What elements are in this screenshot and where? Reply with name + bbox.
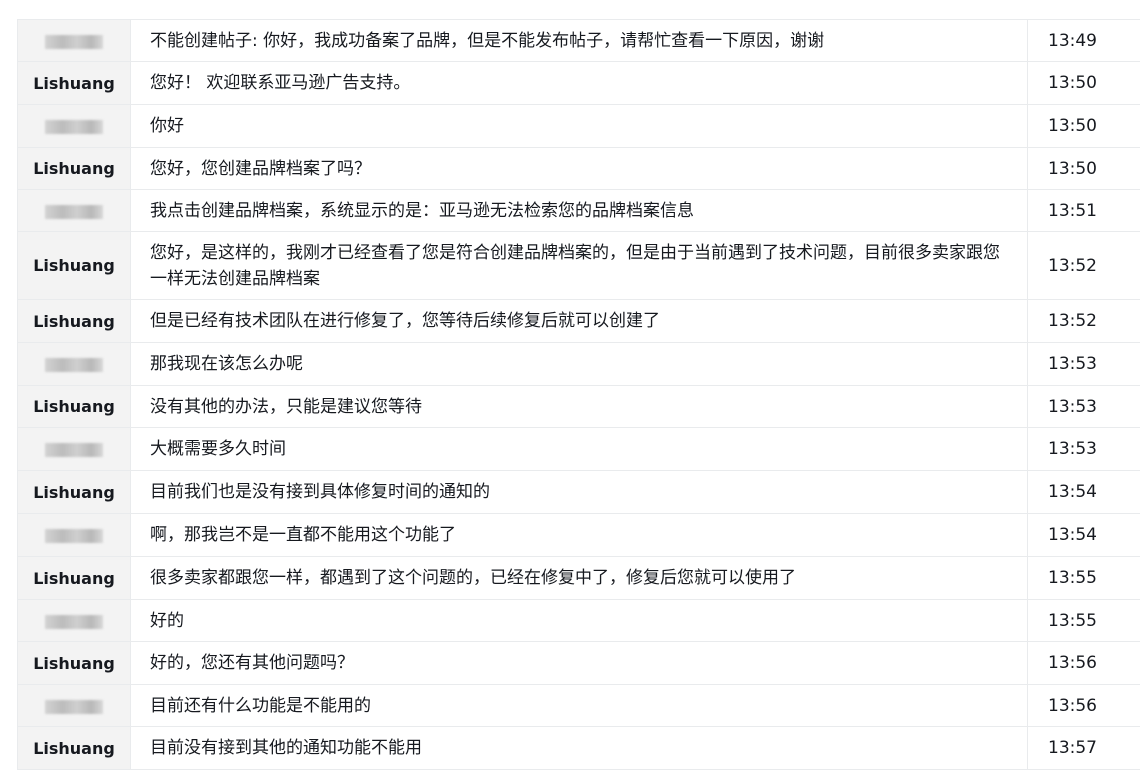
sender-cell: Lishuang — [17, 641, 131, 685]
sender-cell: Lishuang — [17, 299, 131, 343]
message-time: 13:56 — [1027, 641, 1140, 685]
table-row: Lishuang 您好！ 欢迎联系亚马逊广告支持。 13:50 — [17, 61, 1140, 105]
message-text: 啊，那我岂不是一直都不能用这个功能了 — [130, 513, 1028, 557]
sender-cell: Lishuang — [17, 726, 131, 770]
table-row: Lishuang 没有其他的办法，只能是建议您等待 13:53 — [17, 385, 1140, 428]
sender-cell: Lishuang — [17, 147, 131, 190]
message-text: 大概需要多久时间 — [130, 427, 1028, 471]
sender-name: Lishuang — [33, 397, 115, 416]
table-row: 不能创建帖子: 你好，我成功备案了品牌，但是不能发布帖子，请帮忙查看一下原因，谢… — [17, 19, 1140, 62]
message-text: 不能创建帖子: 你好，我成功备案了品牌，但是不能发布帖子，请帮忙查看一下原因，谢… — [130, 19, 1028, 62]
sender-cell — [17, 513, 131, 557]
sender-name: Lishuang — [33, 159, 115, 178]
message-text: 但是已经有技术团队在进行修复了，您等待后续修复后就可以创建了 — [130, 299, 1028, 343]
message-text: 目前我们也是没有接到具体修复时间的通知的 — [130, 470, 1028, 514]
table-row: 那我现在该怎么办呢 13:53 — [17, 342, 1140, 386]
table-row: Lishuang 目前我们也是没有接到具体修复时间的通知的 13:54 — [17, 470, 1140, 514]
table-row: Lishuang 目前没有接到其他的通知功能不能用 13:57 — [17, 726, 1140, 770]
redacted-sender-name — [45, 443, 103, 457]
message-time: 13:57 — [1027, 726, 1140, 770]
message-text: 您好，您创建品牌档案了吗？ — [130, 147, 1028, 190]
redacted-sender-name — [45, 529, 103, 543]
sender-cell — [17, 684, 131, 727]
table-row: Lishuang 您好，您创建品牌档案了吗？ 13:50 — [17, 147, 1140, 190]
sender-name: Lishuang — [33, 482, 115, 502]
message-time: 13:49 — [1027, 19, 1140, 62]
message-time: 13:54 — [1027, 470, 1140, 514]
message-text: 没有其他的办法，只能是建议您等待 — [130, 385, 1028, 428]
message-text: 目前没有接到其他的通知功能不能用 — [130, 726, 1028, 770]
message-time: 13:53 — [1027, 385, 1140, 428]
message-time: 13:50 — [1027, 147, 1140, 190]
table-row: Lishuang 好的，您还有其他问题吗？ 13:56 — [17, 641, 1140, 685]
sender-cell — [17, 104, 131, 148]
message-time: 13:51 — [1027, 189, 1140, 232]
table-row: 目前还有什么功能是不能用的 13:56 — [17, 684, 1140, 727]
chat-transcript-table: 不能创建帖子: 你好，我成功备案了品牌，但是不能发布帖子，请帮忙查看一下原因，谢… — [17, 19, 1140, 770]
table-row: 我点击创建品牌档案，系统显示的是：亚马逊无法检索您的品牌档案信息 13:51 — [17, 189, 1140, 232]
message-time: 13:55 — [1027, 556, 1140, 600]
redacted-sender-name — [45, 614, 103, 629]
message-text: 您好，是这样的，我刚才已经查看了您是符合创建品牌档案的，但是由于当前遇到了技术问… — [130, 231, 1028, 300]
sender-name: Lishuang — [33, 653, 115, 673]
table-row: Lishuang 但是已经有技术团队在进行修复了，您等待后续修复后就可以创建了 13… — [17, 299, 1140, 343]
message-time: 13:56 — [1027, 684, 1140, 727]
table-row: Lishuang 您好，是这样的，我刚才已经查看了您是符合创建品牌档案的，但是由于… — [17, 231, 1140, 300]
message-time: 13:50 — [1027, 104, 1140, 148]
sender-name: Lishuang — [33, 568, 115, 588]
message-text: 我点击创建品牌档案，系统显示的是：亚马逊无法检索您的品牌档案信息 — [130, 189, 1028, 232]
sender-cell: Lishuang — [17, 556, 131, 600]
sender-cell — [17, 599, 131, 642]
sender-cell: Lishuang — [17, 470, 131, 514]
message-text: 您好！ 欢迎联系亚马逊广告支持。 — [130, 61, 1028, 105]
message-text: 那我现在该怎么办呢 — [130, 342, 1028, 386]
message-time: 13:53 — [1027, 342, 1140, 386]
redacted-sender-name — [45, 204, 103, 219]
sender-cell — [17, 342, 131, 386]
chat-rows: 不能创建帖子: 你好，我成功备案了品牌，但是不能发布帖子，请帮忙查看一下原因，谢… — [17, 19, 1140, 770]
sender-cell: Lishuang — [17, 231, 131, 300]
sender-cell — [17, 19, 131, 62]
table-row: 啊，那我岂不是一直都不能用这个功能了 13:54 — [17, 513, 1140, 557]
message-time: 13:50 — [1027, 61, 1140, 105]
table-row: 大概需要多久时间 13:53 — [17, 427, 1140, 471]
sender-name: Lishuang — [33, 738, 115, 758]
table-row: Lishuang 很多卖家都跟您一样，都遇到了这个问题的，已经在修复中了，修复后您… — [17, 556, 1140, 600]
message-time: 13:52 — [1027, 231, 1140, 300]
sender-cell: Lishuang — [17, 61, 131, 105]
table-row: 你好 13:50 — [17, 104, 1140, 148]
redacted-sender-name — [45, 699, 103, 714]
message-time: 13:52 — [1027, 299, 1140, 343]
sender-cell — [17, 189, 131, 232]
message-text: 很多卖家都跟您一样，都遇到了这个问题的，已经在修复中了，修复后您就可以使用了 — [130, 556, 1028, 600]
message-time: 13:53 — [1027, 427, 1140, 471]
redacted-sender-name — [45, 34, 103, 49]
sender-name: Lishuang — [33, 73, 115, 93]
sender-name: Lishuang — [33, 311, 115, 331]
sender-cell: Lishuang — [17, 385, 131, 428]
message-time: 13:54 — [1027, 513, 1140, 557]
redacted-sender-name — [45, 358, 103, 372]
message-text: 好的 — [130, 599, 1028, 642]
message-text: 目前还有什么功能是不能用的 — [130, 684, 1028, 727]
message-text: 你好 — [130, 104, 1028, 148]
table-row: 好的 13:55 — [17, 599, 1140, 642]
message-time: 13:55 — [1027, 599, 1140, 642]
message-text: 好的，您还有其他问题吗？ — [130, 641, 1028, 685]
sender-cell — [17, 427, 131, 471]
redacted-sender-name — [45, 120, 103, 134]
sender-name: Lishuang — [33, 256, 115, 275]
